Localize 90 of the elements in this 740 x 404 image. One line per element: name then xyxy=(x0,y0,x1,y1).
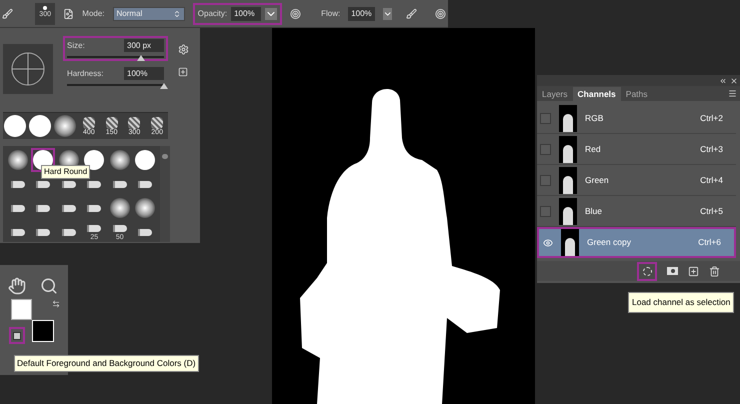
sampled-brush-tip[interactable] xyxy=(106,116,118,128)
close-icon[interactable] xyxy=(730,76,738,84)
panel-tab[interactable]: Paths xyxy=(620,87,653,101)
default-colors-button[interactable] xyxy=(9,327,25,344)
panel-menu-icon[interactable] xyxy=(728,89,737,98)
zoom-icon[interactable] xyxy=(40,277,58,295)
sampled-brush-tip[interactable] xyxy=(151,116,164,128)
channel-shortcut: Ctrl+3 xyxy=(700,142,723,156)
soft-brush-tip[interactable] xyxy=(135,198,156,218)
channel-name: Blue xyxy=(585,204,602,218)
tooltip: Load channel as selection xyxy=(628,292,734,313)
brush-tip-icon[interactable] xyxy=(36,180,50,188)
hardness-field[interactable]: 100% xyxy=(124,67,164,80)
brush-icon[interactable] xyxy=(2,6,13,20)
mode-label: Mode: xyxy=(82,8,105,20)
collapse-icon[interactable] xyxy=(719,76,727,84)
scrollbar[interactable] xyxy=(160,146,170,242)
channel-name: Green xyxy=(585,174,609,186)
hard-brush-tip[interactable] xyxy=(29,115,51,137)
channel-row[interactable]: Green Ctrl+4 xyxy=(537,165,736,196)
visibility-toggle[interactable] xyxy=(540,144,551,154)
sampled-brush-tip[interactable] xyxy=(82,116,95,128)
flow-label: Flow: xyxy=(321,8,340,20)
panel-tab[interactable]: Layers xyxy=(537,87,573,101)
opacity-label: Opacity: xyxy=(198,8,228,20)
channel-thumbnail xyxy=(561,229,579,256)
save-selection-icon[interactable] xyxy=(667,267,678,275)
sampled-brush-tip[interactable] xyxy=(128,116,140,128)
dropdown-arrows-icon xyxy=(172,10,181,18)
soft-brush-tip[interactable] xyxy=(110,150,130,170)
airbrush-icon[interactable] xyxy=(406,6,418,20)
settings-icon[interactable] xyxy=(178,44,189,55)
hard-brush-tip[interactable] xyxy=(84,150,104,170)
new-channel-icon[interactable] xyxy=(688,266,699,276)
size-field[interactable]: 300 px xyxy=(124,39,164,52)
soft-brush-tip[interactable] xyxy=(8,150,28,170)
hand-icon[interactable] xyxy=(8,277,26,295)
new-preset-icon[interactable] xyxy=(178,67,188,77)
channel-thumbnail xyxy=(559,136,577,162)
brush-angle-preview[interactable] xyxy=(3,44,53,94)
size-label: Size: xyxy=(67,40,85,52)
brush-tip-icon[interactable] xyxy=(10,228,25,236)
brush-tip-icon[interactable] xyxy=(36,204,50,212)
channel-thumbnail xyxy=(559,198,577,224)
flow-field[interactable]: 100% xyxy=(348,6,375,20)
panel-tab[interactable]: Channels xyxy=(572,87,621,101)
visibility-toggle[interactable] xyxy=(540,206,551,216)
hard-brush-tip[interactable] xyxy=(4,115,26,137)
visibility-toggle[interactable] xyxy=(540,174,551,186)
channel-shortcut: Ctrl+6 xyxy=(698,236,721,249)
brush-tip-icon[interactable] xyxy=(10,180,25,188)
brush-tip-icon[interactable] xyxy=(36,228,50,236)
tooltip: Default Foreground and Background Colors (D) xyxy=(14,355,199,372)
soft-brush-tip[interactable] xyxy=(54,115,76,137)
visibility-toggle[interactable] xyxy=(540,112,551,124)
eye-icon xyxy=(542,238,552,248)
brush-tip-icon[interactable] xyxy=(87,225,102,232)
channel-name: Red xyxy=(585,142,601,156)
channel-row[interactable]: Red Ctrl+3 xyxy=(537,134,736,165)
brush-tip-icon[interactable] xyxy=(62,204,76,212)
channel-thumbnail xyxy=(559,104,577,132)
channel-row[interactable]: Green copy Ctrl+6 xyxy=(537,227,736,258)
brush-tip-icon[interactable] xyxy=(10,204,25,212)
tooltip: Hard Round xyxy=(41,165,90,179)
brush-tip-icon[interactable] xyxy=(138,180,152,188)
channel-name: Green copy xyxy=(587,236,631,249)
opacity-field[interactable]: 100% xyxy=(231,6,262,20)
load-selection-button[interactable] xyxy=(637,262,657,280)
visibility-toggle[interactable] xyxy=(542,237,553,248)
swap-colors-icon[interactable] xyxy=(52,299,60,309)
brush-tip-icon[interactable] xyxy=(87,180,102,188)
brush-tip-icon[interactable] xyxy=(112,180,127,188)
brush-tip-icon[interactable] xyxy=(87,204,102,212)
hard-brush-tip[interactable] xyxy=(135,150,156,170)
brush-tip-icon[interactable] xyxy=(112,225,127,232)
brush-tip-icon[interactable] xyxy=(62,228,76,236)
brush-tip-icon[interactable] xyxy=(62,180,76,188)
channel-name: RGB xyxy=(585,112,604,124)
foreground-color-swatch[interactable] xyxy=(11,299,32,320)
brush-tip-icon[interactable] xyxy=(138,228,152,236)
channel-shortcut: Ctrl+4 xyxy=(700,174,723,186)
background-color-swatch[interactable] xyxy=(32,320,54,342)
channel-thumbnail xyxy=(559,166,577,194)
trash-icon[interactable] xyxy=(709,266,720,276)
channel-shortcut: Ctrl+5 xyxy=(700,204,723,218)
channel-shortcut: Ctrl+2 xyxy=(700,112,723,124)
soft-brush-tip[interactable] xyxy=(110,198,130,218)
channel-row[interactable]: RGB Ctrl+2 xyxy=(537,103,736,134)
hardness-label: Hardness: xyxy=(67,68,104,80)
mode-dropdown[interactable]: Normal xyxy=(112,6,185,20)
